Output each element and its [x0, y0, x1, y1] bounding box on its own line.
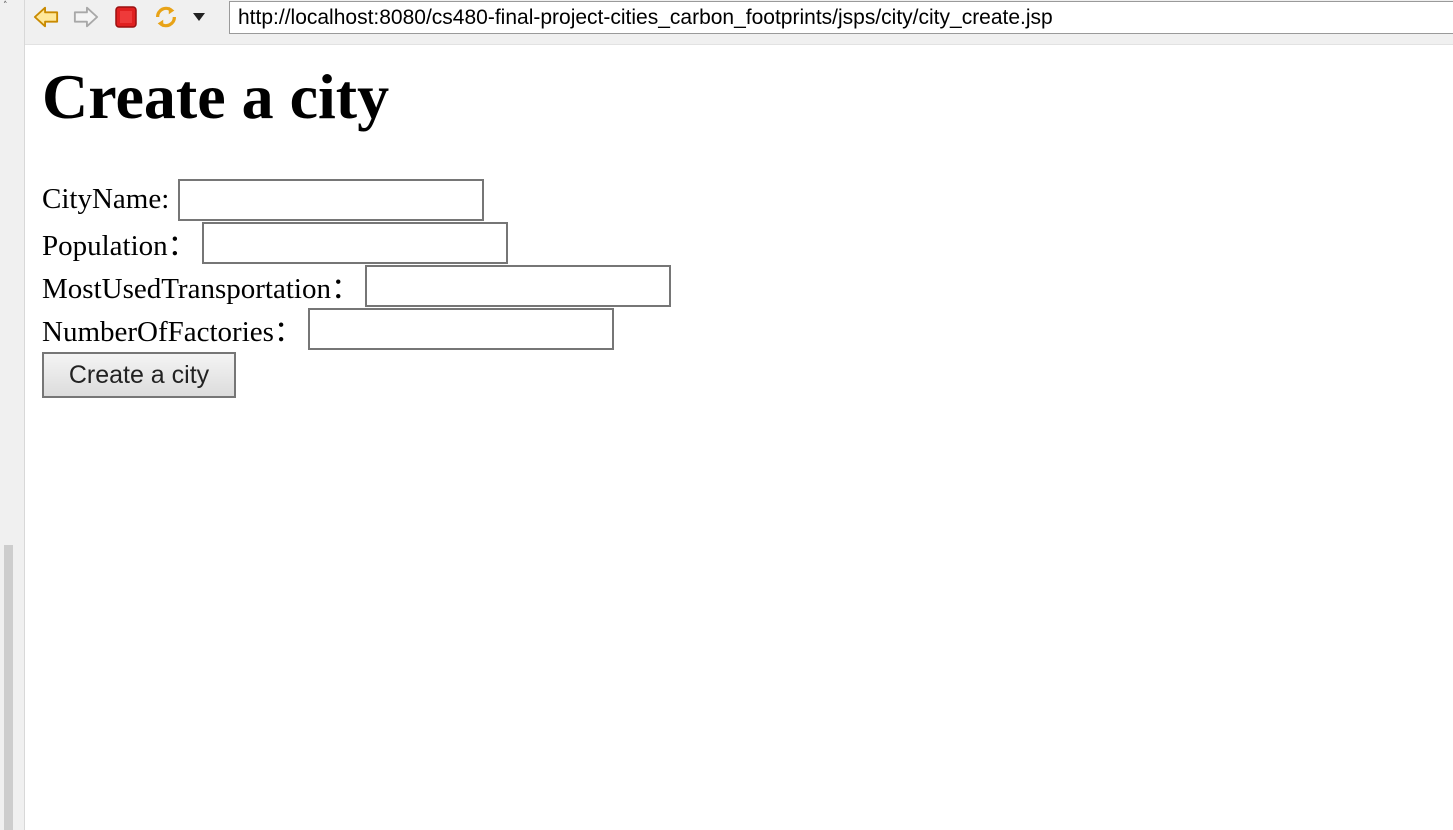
form-row-mostusedtransportation: MostUsedTransportation： — [42, 264, 1453, 307]
left-side-strip: ˄ — [0, 0, 25, 830]
cityname-input[interactable] — [177, 178, 484, 221]
numberoffactories-label: NumberOfFactories： — [42, 315, 303, 348]
url-input[interactable] — [229, 1, 1453, 34]
dropdown-arrow-icon[interactable] — [189, 4, 209, 30]
form-row-cityname: CityName: — [42, 178, 1453, 221]
numberoffactories-input[interactable] — [307, 307, 614, 350]
page-title: Create a city — [42, 61, 390, 132]
population-input[interactable] — [201, 221, 508, 264]
mostusedtransportation-label: MostUsedTransportation： — [42, 272, 360, 305]
create-city-form: CityName: Population： MostUsedTransporta… — [42, 178, 1453, 398]
collapse-caret-icon[interactable]: ˄ — [3, 2, 11, 11]
refresh-icon[interactable] — [153, 4, 179, 30]
page-content: Create a city CityName: Population： Most… — [42, 52, 1453, 398]
back-arrow-icon[interactable] — [33, 4, 59, 30]
population-label: Population： — [42, 229, 197, 262]
mostusedtransportation-input[interactable] — [364, 264, 671, 307]
cityname-label: CityName: — [42, 183, 177, 215]
stop-icon[interactable] — [113, 4, 139, 30]
form-row-population: Population： — [42, 221, 1453, 264]
form-row-numberoffactories: NumberOfFactories： — [42, 307, 1453, 350]
forward-arrow-icon[interactable] — [73, 4, 99, 30]
side-scrollbar-thumb[interactable] — [4, 545, 13, 830]
browser-toolbar — [25, 0, 1453, 45]
create-city-button[interactable]: Create a city — [42, 352, 236, 398]
